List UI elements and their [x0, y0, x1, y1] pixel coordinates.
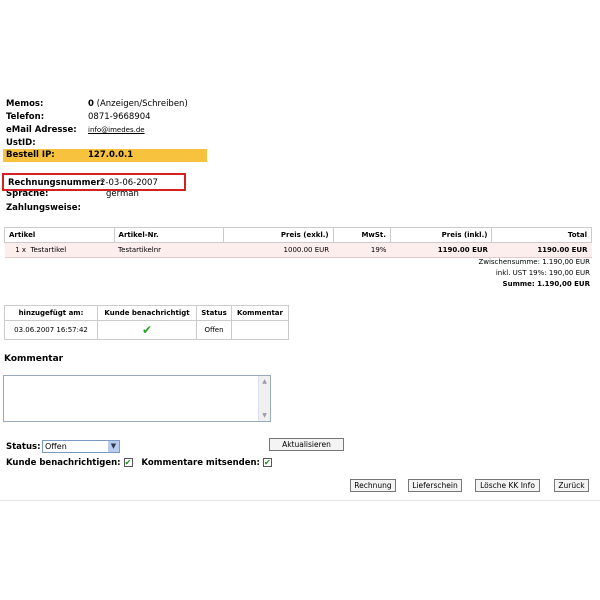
delivery-note-button[interactable]: Lieferschein	[408, 479, 462, 492]
invoice-number-label: Rechnungsnummer:	[8, 178, 104, 188]
notify-options-row: Kunde benachrichtigen: ✔ Kommentare mits…	[6, 458, 272, 468]
history-notified-cell: ✔	[97, 320, 197, 340]
memos-count: 0	[88, 99, 94, 109]
back-button[interactable]: Zurück	[554, 479, 589, 492]
col-date-added: hinzugefügt am:	[4, 305, 98, 321]
col-article: Artikel	[4, 227, 115, 243]
chevron-down-icon[interactable]: ▼	[108, 441, 119, 452]
scroll-down-icon[interactable]: ▼	[260, 411, 269, 420]
memos-link[interactable]: (Anzeigen/Schreiben)	[97, 99, 188, 109]
col-total: Total	[491, 227, 592, 243]
order-ip-value: 127.0.0.1	[88, 150, 134, 160]
check-icon: ✔	[141, 323, 153, 337]
col-customer-notified: Kunde benachrichtigt	[97, 305, 197, 321]
col-price-incl: Preis (inkl.)	[389, 227, 493, 243]
notify-customer-checkbox[interactable]: ✔	[123, 458, 133, 467]
product-name-cell: 1 x Testartikel	[4, 242, 115, 258]
history-comment-cell	[231, 320, 289, 340]
notify-customer-label: Kunde benachrichtigen:	[6, 458, 121, 468]
sum-value: 1.190,00 EUR	[537, 280, 590, 288]
order-ip-label: Bestell IP:	[6, 150, 55, 160]
history-header-row: hinzugefügt am: Kunde benachrichtigt Sta…	[4, 305, 289, 321]
status-selected-value: Offen	[45, 442, 67, 451]
subtotal-line: Zwischensumme: 1.190,00 EUR	[478, 258, 590, 266]
comment-scrollbar[interactable]: ▲ ▼	[258, 376, 270, 421]
payment-label: Zahlungsweise:	[6, 203, 81, 213]
col-tax: MwSt.	[332, 227, 391, 243]
comment-title: Kommentar	[4, 354, 64, 364]
table-row: 03.06.2007 16:57:42 ✔ Offen	[4, 320, 289, 340]
phone-value: 0871-9668904	[88, 112, 151, 122]
status-label: Status:	[6, 442, 41, 452]
send-comments-label: Kommentare mitsenden:	[141, 458, 260, 468]
delete-cc-info-button[interactable]: Lösche KK Info	[475, 479, 540, 492]
col-comment: Kommentar	[231, 305, 289, 321]
status-select[interactable]: Offen ▼	[42, 440, 120, 453]
status-history-table: hinzugefügt am: Kunde benachrichtigt Sta…	[4, 305, 289, 340]
sum-line: Summe: 1.190,00 EUR	[503, 280, 590, 288]
product-total-cell: 1190.00 EUR	[491, 242, 592, 258]
update-button[interactable]: Aktualisieren	[269, 438, 344, 451]
invoice-number-highlight: Rechnungsnummer: 2-03-06-2007	[2, 173, 186, 191]
memos-value: 0 (Anzeigen/Schreiben)	[88, 98, 188, 110]
invoice-number-value: 2-03-06-2007	[100, 178, 158, 188]
col-status: Status	[196, 305, 232, 321]
product-price-excl-cell: 1000.00 EUR	[223, 242, 334, 258]
comment-textarea[interactable]: ▲ ▼	[3, 375, 271, 422]
table-row: 1 x Testartikel Testartikelnr 1000.00 EU…	[4, 242, 592, 258]
memos-label: Memos:	[6, 99, 44, 109]
sum-label: Summe:	[502, 280, 535, 288]
history-status-cell: Offen	[196, 320, 232, 340]
tax-line: inkl. UST 19%: 190,00 EUR	[495, 269, 590, 277]
send-comments-checkbox[interactable]: ✔	[262, 458, 272, 467]
email-label: eMail Adresse:	[6, 125, 77, 135]
email-link[interactable]: info@imedes.de	[88, 124, 145, 136]
products-header-row: Artikel Artikel-Nr. Preis (exkl.) MwSt. …	[4, 227, 592, 243]
ustid-label: UstID:	[6, 138, 36, 148]
col-price-excl: Preis (exkl.)	[223, 227, 334, 243]
divider	[0, 500, 600, 501]
phone-label: Telefon:	[6, 112, 45, 122]
products-table: Artikel Artikel-Nr. Preis (exkl.) MwSt. …	[4, 227, 592, 258]
order-ip-row: Bestell IP: 127.0.0.1	[3, 149, 207, 162]
product-sku-cell: Testartikelnr	[114, 242, 224, 258]
product-tax-cell: 19%	[333, 242, 391, 258]
product-price-incl-cell: 1190.00 EUR	[390, 242, 492, 258]
history-date-cell: 03.06.2007 16:57:42	[4, 320, 98, 340]
scroll-up-icon[interactable]: ▲	[260, 377, 269, 386]
col-article-no: Artikel-Nr.	[113, 227, 225, 243]
invoice-button[interactable]: Rechnung	[350, 479, 396, 492]
